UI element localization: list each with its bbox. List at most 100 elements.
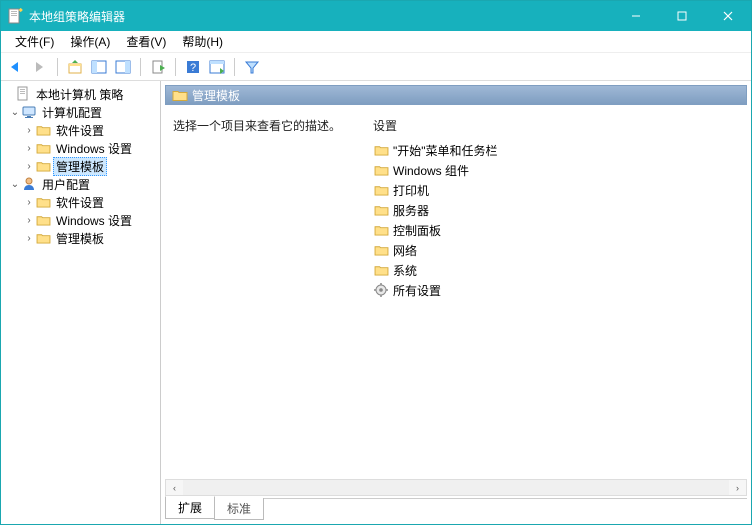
folder-icon — [172, 88, 188, 102]
list-item-label: 所有设置 — [393, 282, 441, 299]
menu-action[interactable]: 操作(A) — [62, 31, 118, 52]
list-item[interactable]: 服务器 — [369, 200, 743, 220]
chevron-right-icon[interactable]: › — [23, 160, 35, 172]
tree-item[interactable]: › 软件设置 — [3, 121, 158, 139]
toolbar-separator — [234, 58, 235, 76]
user-icon — [21, 176, 37, 192]
show-hide-action-button[interactable] — [112, 56, 134, 78]
settings-list[interactable]: 设置 "开始"菜单和任务栏 Windows 组件打印机服务器控制面板网络系统所有设… — [365, 109, 747, 479]
svg-text:?: ? — [190, 62, 196, 74]
chevron-right-icon[interactable]: › — [23, 214, 35, 226]
chevron-right-icon[interactable]: › — [23, 196, 35, 208]
folder-icon — [373, 142, 389, 158]
folder-icon — [35, 122, 51, 138]
folder-icon — [35, 158, 51, 174]
detail-header: 管理模板 — [165, 85, 747, 105]
tree-label: Windows 设置 — [53, 211, 135, 230]
detail-pane: 管理模板 选择一个项目来查看它的描述。 设置 "开始"菜单和任务栏 Windows… — [161, 81, 751, 524]
list-item[interactable]: Windows 组件 — [369, 160, 743, 180]
list-item-label: 控制面板 — [393, 222, 441, 239]
up-button[interactable] — [64, 56, 86, 78]
description-pane: 选择一个项目来查看它的描述。 — [165, 109, 365, 479]
gear-icon — [373, 282, 389, 298]
list-item[interactable]: 控制面板 — [369, 220, 743, 240]
list-item[interactable]: 系统 — [369, 260, 743, 280]
chevron-right-icon[interactable]: › — [23, 142, 35, 154]
list-item-label: 网络 — [393, 242, 417, 259]
folder-icon — [373, 242, 389, 258]
tree-label: 软件设置 — [53, 121, 107, 140]
tab-standard[interactable]: 标准 — [214, 498, 264, 520]
filter-button[interactable] — [241, 56, 263, 78]
list-item-label: 服务器 — [393, 202, 429, 219]
folder-icon — [35, 194, 51, 210]
detail-heading: 管理模板 — [192, 87, 240, 104]
help-button[interactable]: ? — [182, 56, 204, 78]
menu-file[interactable]: 文件(F) — [7, 31, 62, 52]
tree-root[interactable]: 本地计算机 策略 — [3, 85, 158, 103]
tree-label: 本地计算机 策略 — [33, 85, 126, 104]
list-item-label: "开始"菜单和任务栏 — [393, 142, 498, 159]
app-icon — [7, 8, 23, 24]
menu-help[interactable]: 帮助(H) — [174, 31, 231, 52]
forward-button[interactable] — [29, 56, 51, 78]
list-item[interactable]: 网络 — [369, 240, 743, 260]
show-hide-tree-button[interactable] — [88, 56, 110, 78]
tree-label: 管理模板 — [53, 229, 107, 248]
chevron-down-icon[interactable]: ⌄ — [9, 178, 21, 190]
options-button[interactable] — [206, 56, 228, 78]
chevron-right-icon[interactable]: › — [23, 232, 35, 244]
tree-item[interactable]: › Windows 设置 — [3, 139, 158, 157]
tree-item-admin-templates[interactable]: › 管理模板 — [3, 157, 158, 175]
minimize-button[interactable] — [613, 1, 659, 31]
folder-icon — [35, 230, 51, 246]
list-item-label: 打印机 — [393, 182, 429, 199]
menu-view[interactable]: 查看(V) — [118, 31, 174, 52]
close-button[interactable] — [705, 1, 751, 31]
policy-icon — [15, 86, 31, 102]
body: 本地计算机 策略 ⌄ 计算机配置 › 软件设置 › Windows 设置 › 管… — [1, 81, 751, 524]
nav-tree[interactable]: 本地计算机 策略 ⌄ 计算机配置 › 软件设置 › Windows 设置 › 管… — [1, 81, 161, 524]
folder-icon — [373, 182, 389, 198]
folder-icon — [373, 262, 389, 278]
tree-computer-config[interactable]: ⌄ 计算机配置 — [3, 103, 158, 121]
list-item[interactable]: 所有设置 — [369, 280, 743, 300]
scroll-right-icon[interactable]: › — [729, 480, 746, 495]
toolbar-separator — [175, 58, 176, 76]
toolbar-separator — [140, 58, 141, 76]
tree-item[interactable]: › Windows 设置 — [3, 211, 158, 229]
computer-icon — [21, 104, 37, 120]
list-item[interactable]: "开始"菜单和任务栏 — [369, 140, 743, 160]
tab-extended[interactable]: 扩展 — [165, 496, 215, 519]
list-item[interactable]: 打印机 — [369, 180, 743, 200]
list-item-label: 系统 — [393, 262, 417, 279]
toolbar-separator — [57, 58, 58, 76]
menu-bar: 文件(F) 操作(A) 查看(V) 帮助(H) — [1, 31, 751, 53]
list-item-label: Windows 组件 — [393, 162, 469, 179]
folder-icon — [373, 202, 389, 218]
toolbar: ? — [1, 53, 751, 81]
tree-user-config[interactable]: ⌄ 用户配置 — [3, 175, 158, 193]
folder-icon — [35, 140, 51, 156]
twisty-icon — [3, 88, 15, 100]
folder-icon — [373, 162, 389, 178]
tree-item[interactable]: › 软件设置 — [3, 193, 158, 211]
column-header-settings[interactable]: 设置 — [369, 115, 743, 140]
chevron-down-icon[interactable]: ⌄ — [9, 106, 21, 118]
folder-icon — [35, 212, 51, 228]
tree-item[interactable]: › 管理模板 — [3, 229, 158, 247]
tree-label: 计算机配置 — [39, 103, 105, 122]
horizontal-scrollbar[interactable]: ‹ › — [165, 479, 747, 496]
chevron-right-icon[interactable]: › — [23, 124, 35, 136]
maximize-button[interactable] — [659, 1, 705, 31]
tree-label: 用户配置 — [39, 175, 93, 194]
folder-icon — [373, 222, 389, 238]
description-text: 选择一个项目来查看它的描述。 — [173, 119, 341, 133]
scroll-left-icon[interactable]: ‹ — [166, 480, 183, 495]
title-bar: 本地组策略编辑器 — [1, 1, 751, 31]
detail-tabs: 扩展 标准 — [165, 498, 747, 520]
export-button[interactable] — [147, 56, 169, 78]
tree-label: 管理模板 — [53, 157, 107, 176]
back-button[interactable] — [5, 56, 27, 78]
window-title: 本地组策略编辑器 — [29, 8, 613, 25]
